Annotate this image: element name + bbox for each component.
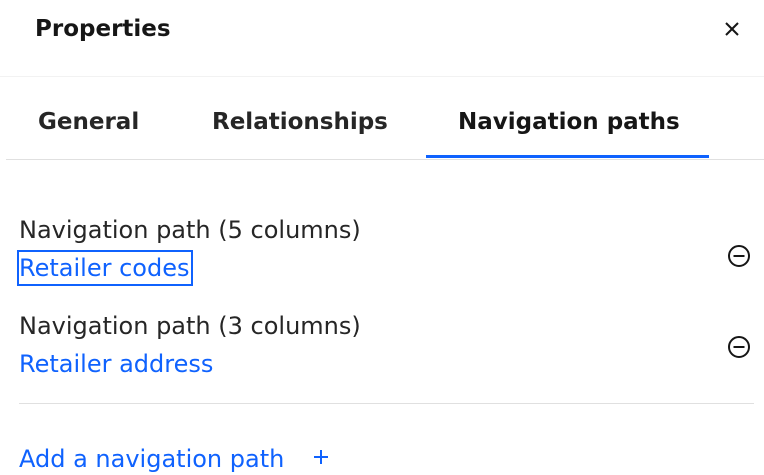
panel-title: Properties xyxy=(35,16,171,42)
navigation-path-link[interactable]: Retailer address xyxy=(19,348,213,380)
close-button[interactable] xyxy=(716,13,748,45)
remove-navigation-path-button[interactable] xyxy=(723,240,755,272)
add-navigation-path-label: Add a navigation path xyxy=(19,445,285,473)
minus-circle-icon xyxy=(728,336,750,358)
panel-header: Properties xyxy=(0,0,764,77)
tabs-divider xyxy=(6,159,764,160)
section-divider xyxy=(19,403,754,404)
tab-relationships[interactable]: Relationships xyxy=(212,102,388,142)
tab-list: General Relationships Navigation paths xyxy=(0,84,764,160)
navigation-path-heading: Navigation path (5 columns) xyxy=(19,216,361,244)
properties-panel: Properties General Relationships Navigat… xyxy=(0,0,764,475)
add-navigation-path-button[interactable]: Add a navigation path xyxy=(19,443,332,475)
active-tab-indicator xyxy=(426,155,709,158)
navigation-path-link[interactable]: Retailer codes xyxy=(16,250,194,286)
minus-circle-icon xyxy=(728,245,750,267)
plus-icon xyxy=(310,444,332,475)
remove-navigation-path-button[interactable] xyxy=(723,331,755,363)
tab-general[interactable]: General xyxy=(38,102,139,142)
tab-navigation-paths[interactable]: Navigation paths xyxy=(458,102,680,142)
close-icon xyxy=(725,22,739,36)
navigation-path-heading: Navigation path (3 columns) xyxy=(19,312,361,340)
